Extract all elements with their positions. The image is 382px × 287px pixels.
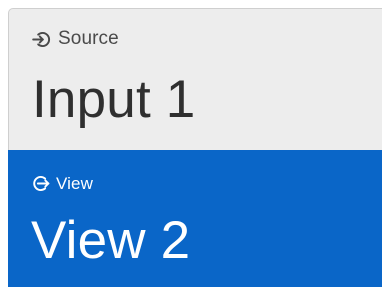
- view-header: View: [30, 173, 93, 194]
- source-value: Input 1: [32, 70, 196, 129]
- source-panel[interactable]: Source Input 1: [8, 8, 382, 150]
- source-label: Source: [58, 28, 119, 49]
- view-panel[interactable]: View View 2: [8, 150, 382, 287]
- view-value: View 2: [31, 211, 191, 270]
- view-label: View: [56, 173, 93, 193]
- sign-in-icon: [31, 29, 52, 50]
- source-header: Source: [31, 28, 119, 50]
- sign-out-icon: [30, 173, 51, 194]
